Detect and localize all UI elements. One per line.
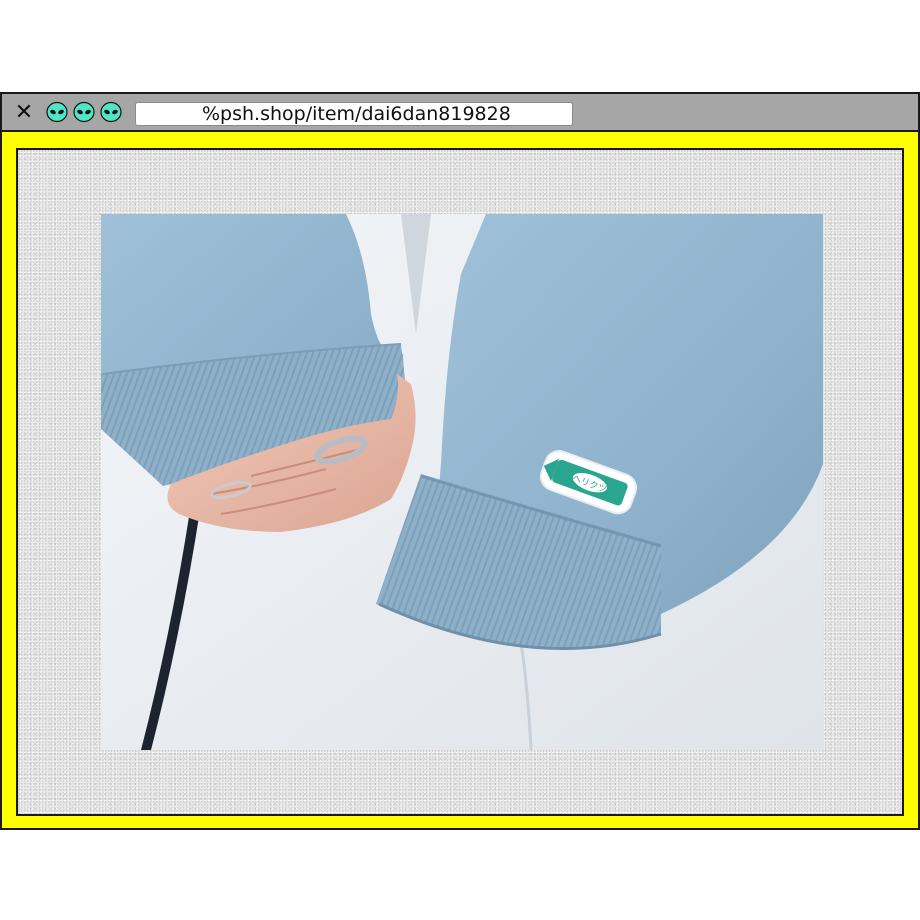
product-photo: ヘリクツ <box>101 214 823 750</box>
content-area: ヘリクツ <box>16 148 904 816</box>
alien-icon[interactable] <box>100 101 122 123</box>
product-photo-illustration: ヘリクツ <box>101 214 823 750</box>
alien-icon[interactable] <box>73 101 95 123</box>
url-bar[interactable]: %psh.shop/item/dai6dan819828 <box>135 102 573 126</box>
title-bar: ✕ %psh.shop/item/dai6dan819828 <box>2 94 918 132</box>
browser-window: ✕ %psh.shop/item/dai6dan819828 ヘリクツ <box>0 92 920 830</box>
alien-icon[interactable] <box>46 101 68 123</box>
close-icon[interactable]: ✕ <box>12 101 36 125</box>
